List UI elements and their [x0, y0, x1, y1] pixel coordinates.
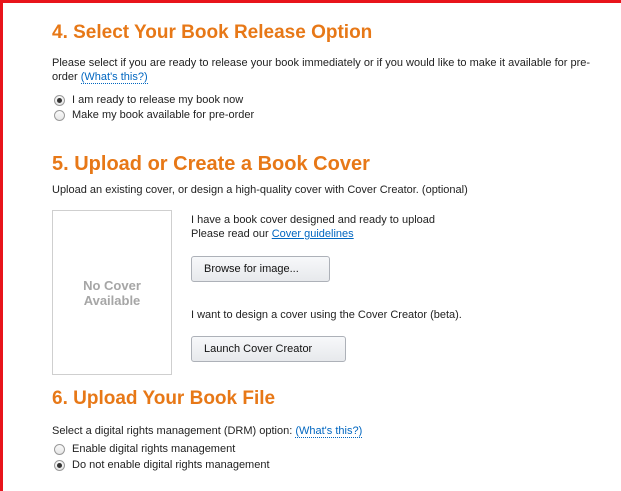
drm-description-text: Select a digital rights management (DRM)… [52, 425, 293, 437]
enable-drm-label: Enable digital rights management [72, 443, 236, 455]
release-option-description: Please select if you are ready to releas… [52, 56, 597, 84]
cover-guidelines-link[interactable]: Cover guidelines [272, 228, 354, 240]
cover-description: Upload an existing cover, or design a hi… [52, 184, 468, 196]
red-frame-top [0, 0, 621, 3]
release-now-option[interactable]: I am ready to release my book now [54, 93, 243, 107]
disable-drm-label: Do not enable digital rights management [72, 459, 270, 471]
preorder-option[interactable]: Make my book available for pre-order [54, 108, 254, 122]
release-now-radio[interactable] [54, 94, 65, 106]
browse-button-wrap: Browse for image... [191, 256, 330, 282]
guidelines-line: Please read our Cover guidelines [191, 227, 435, 241]
drm-description: Select a digital rights management (DRM)… [52, 424, 597, 438]
launch-cover-creator-button[interactable]: Launch Cover Creator [191, 336, 346, 362]
enable-drm-radio[interactable] [54, 443, 65, 455]
enable-drm-option[interactable]: Enable digital rights management [54, 442, 235, 456]
red-frame-left [0, 0, 3, 491]
release-help-link[interactable]: (What's this?) [80, 71, 148, 84]
cover-creator-text: I want to design a cover using the Cover… [191, 309, 462, 321]
section-5-heading: 5. Upload or Create a Book Cover [52, 153, 370, 175]
preorder-radio[interactable] [54, 109, 65, 121]
section-6-heading: 6. Upload Your Book File [52, 388, 276, 409]
disable-drm-radio[interactable] [54, 459, 65, 471]
guidelines-prefix: Please read our [191, 228, 269, 240]
release-now-label: I am ready to release my book now [72, 94, 244, 106]
browse-for-image-button[interactable]: Browse for image... [191, 256, 330, 282]
cover-preview: No Cover Available [52, 210, 172, 375]
upload-cover-text: I have a book cover designed and ready t… [191, 213, 435, 241]
preorder-label: Make my book available for pre-order [72, 109, 255, 121]
section-4-heading: 4. Select Your Book Release Option [52, 22, 373, 43]
launch-creator-wrap: Launch Cover Creator [191, 336, 346, 362]
disable-drm-option[interactable]: Do not enable digital rights management [54, 458, 270, 472]
no-cover-text: No Cover Available [83, 277, 141, 308]
upload-cover-line: I have a book cover designed and ready t… [191, 214, 436, 226]
drm-help-link[interactable]: (What's this?) [295, 425, 363, 438]
